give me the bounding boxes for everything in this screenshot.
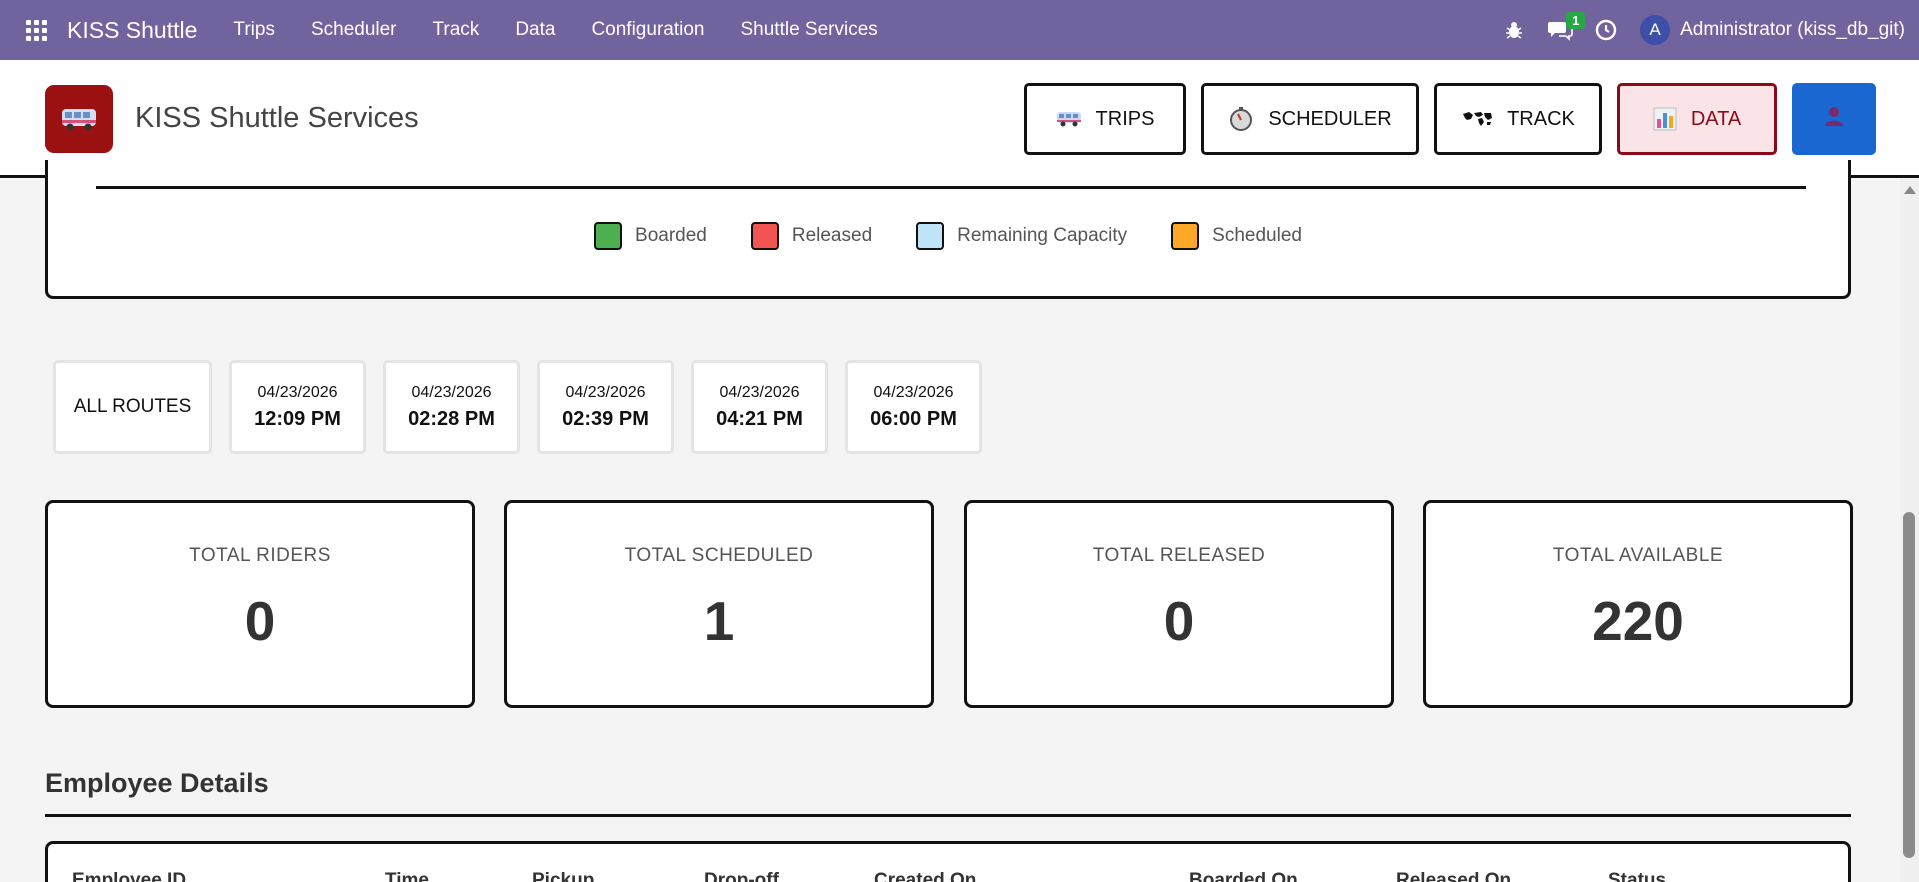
legend-item-released[interactable]: Released: [750, 222, 873, 250]
stat-label: TOTAL SCHEDULED: [624, 545, 814, 566]
scroll-up-arrow-icon[interactable]: [1904, 186, 1916, 194]
avatar[interactable]: A: [1640, 15, 1671, 45]
table-header-row: Employee ID Time Pickup Drop-off Created…: [48, 870, 1848, 882]
stat-value: 0: [1163, 590, 1195, 652]
legend-swatch-released: [750, 222, 779, 250]
legend-item-boarded[interactable]: Boarded: [594, 222, 707, 250]
menu-item-trips[interactable]: Trips: [233, 19, 275, 41]
scrollbar-thumb[interactable]: [1903, 512, 1915, 858]
route-date: 04/23/2026: [411, 383, 492, 401]
stat-label: TOTAL RELEASED: [1092, 545, 1266, 566]
column-header-status[interactable]: Status: [1608, 870, 1666, 882]
legend-swatch-boarded: [594, 222, 623, 250]
stopwatch-icon: [1228, 106, 1254, 132]
legend-label: Remaining Capacity: [957, 225, 1128, 246]
track-button-label: TRACK: [1507, 107, 1575, 130]
user-profile-button[interactable]: [1792, 83, 1876, 155]
user-silhouette-icon: [1823, 105, 1845, 133]
route-time: 02:39 PM: [562, 407, 649, 430]
user-menu[interactable]: Administrator (kiss_db_git): [1680, 19, 1905, 41]
navbar-systray: 1 A Administrator (kiss_db_git): [1496, 0, 1919, 60]
route-button[interactable]: 04/23/2026 12:09 PM: [229, 360, 366, 454]
route-date: 04/23/2026: [873, 383, 954, 401]
route-button[interactable]: 04/23/2026 04:21 PM: [691, 360, 828, 454]
route-time: 12:09 PM: [254, 407, 341, 430]
menu-item-track[interactable]: Track: [433, 19, 480, 41]
trips-button-label: TRIPS: [1095, 107, 1155, 130]
stat-card-total-riders: TOTAL RIDERS 0: [45, 500, 475, 708]
legend-label: Boarded: [635, 225, 707, 246]
column-header-pickup[interactable]: Pickup: [532, 870, 594, 882]
chart-legend: Boarded Released Remaining Capacity Sche…: [48, 222, 1848, 250]
column-header-boarded-on[interactable]: Boarded On: [1189, 870, 1298, 882]
bus-icon: [1056, 110, 1082, 128]
route-date: 04/23/2026: [257, 383, 338, 401]
scheduler-button-label: SCHEDULER: [1268, 107, 1392, 130]
chart-legend-card: Boarded Released Remaining Capacity Sche…: [45, 160, 1851, 299]
legend-swatch-remaining-capacity: [916, 222, 945, 250]
data-button[interactable]: DATA: [1617, 83, 1777, 155]
page-scrollbar[interactable]: [1900, 178, 1919, 882]
stat-card-total-available: TOTAL AVAILABLE 220: [1423, 500, 1853, 708]
menu-item-configuration[interactable]: Configuration: [591, 19, 704, 41]
route-button[interactable]: 04/23/2026 06:00 PM: [845, 360, 982, 454]
route-time: 04:21 PM: [716, 407, 803, 430]
page-title: KISS Shuttle Services: [135, 102, 419, 134]
stat-card-total-scheduled: TOTAL SCHEDULED 1: [504, 500, 934, 708]
route-filter-bar: ALL ROUTES 04/23/2026 12:09 PM 04/23/202…: [53, 360, 999, 454]
apps-grid-icon[interactable]: [0, 0, 72, 60]
route-button[interactable]: 04/23/2026 02:39 PM: [537, 360, 674, 454]
stat-label: TOTAL AVAILABLE: [1552, 545, 1724, 566]
legend-label: Released: [791, 225, 873, 246]
menu-item-shuttle-services[interactable]: Shuttle Services: [740, 19, 877, 41]
menu-item-data[interactable]: Data: [515, 19, 555, 41]
column-header-drop-off[interactable]: Drop-off: [704, 870, 779, 882]
app-brand[interactable]: KISS Shuttle: [67, 17, 197, 44]
trips-button[interactable]: TRIPS: [1024, 83, 1186, 155]
track-button[interactable]: TRACK: [1434, 83, 1602, 155]
route-date: 04/23/2026: [565, 383, 646, 401]
legend-swatch-scheduled: [1171, 222, 1200, 250]
employee-table: Employee ID Time Pickup Drop-off Created…: [45, 841, 1851, 882]
messages-badge: 1: [1566, 12, 1586, 29]
route-button[interactable]: 04/23/2026 02:28 PM: [383, 360, 520, 454]
legend-item-scheduled[interactable]: Scheduled: [1171, 222, 1302, 250]
stat-value: 1: [703, 590, 735, 652]
section-title-employee-details: Employee Details: [45, 768, 269, 798]
world-map-icon: [1461, 110, 1493, 128]
stat-label: TOTAL RIDERS: [189, 545, 331, 566]
column-header-time[interactable]: Time: [385, 870, 429, 882]
bug-icon[interactable]: [1496, 0, 1532, 60]
column-header-created-on[interactable]: Created On: [874, 870, 976, 882]
route-time: 02:28 PM: [408, 407, 495, 430]
bar-chart-icon: [1653, 107, 1677, 131]
data-button-label: DATA: [1690, 107, 1742, 130]
column-header-employee-id[interactable]: Employee ID: [72, 870, 186, 882]
stat-value: 220: [1592, 590, 1684, 652]
top-navbar: KISS Shuttle Trips Scheduler Track Data …: [0, 0, 1919, 60]
section-divider: [45, 814, 1851, 817]
route-time: 06:00 PM: [870, 407, 957, 430]
legend-item-remaining-capacity[interactable]: Remaining Capacity: [916, 222, 1127, 250]
clock-icon[interactable]: [1588, 0, 1624, 60]
stat-card-total-released: TOTAL RELEASED 0: [964, 500, 1394, 708]
all-routes-button[interactable]: ALL ROUTES: [53, 360, 212, 454]
messages-icon[interactable]: 1: [1542, 0, 1586, 60]
route-date: 04/23/2026: [719, 383, 800, 401]
stat-value: 0: [244, 590, 276, 652]
chart-baseline: [96, 186, 1806, 189]
column-header-released-on[interactable]: Released On: [1396, 870, 1511, 882]
shuttle-logo-icon: [45, 85, 113, 153]
legend-label: Scheduled: [1212, 225, 1302, 246]
scheduler-button[interactable]: SCHEDULER: [1201, 83, 1419, 155]
menu-item-scheduler[interactable]: Scheduler: [311, 19, 397, 41]
